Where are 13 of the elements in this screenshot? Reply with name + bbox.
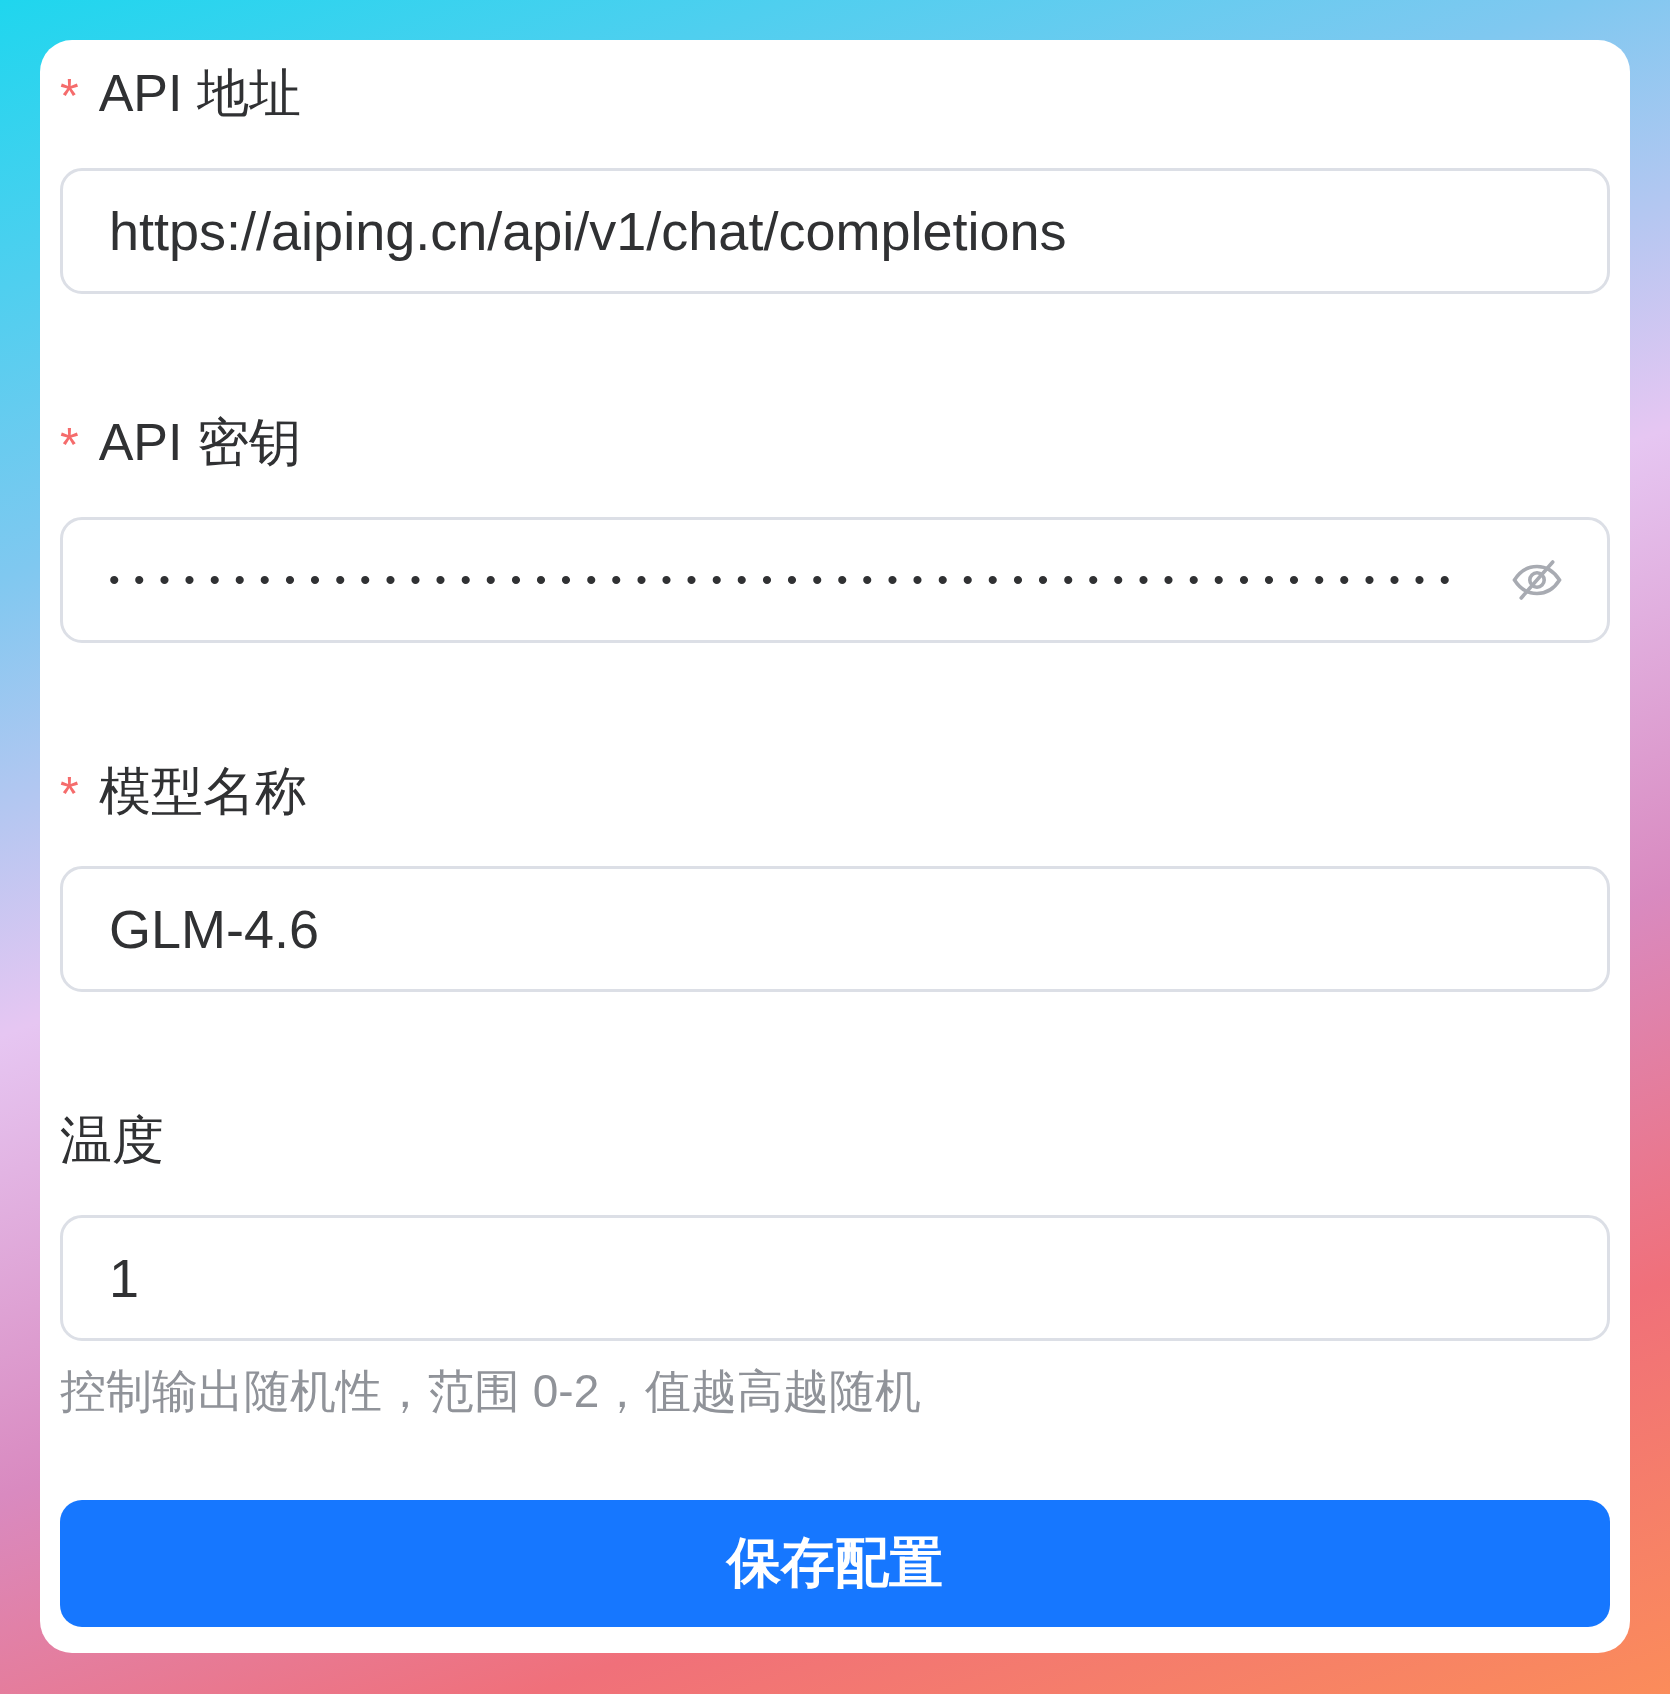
field-label: 模型名称 <box>98 761 307 822</box>
input-field[interactable]: GLM-4.6 <box>60 866 1610 992</box>
field-label: 温度 <box>60 1110 164 1171</box>
hint-text: 控制输出随机性，范围 0-2，值越高越随机 <box>60 1364 923 1419</box>
input-field[interactable]: 1 <box>60 1215 1610 1341</box>
save-button[interactable]: 保存配置 <box>60 1500 1610 1627</box>
input-field[interactable]: https://aiping.cn/api/v1/chat/completions <box>60 168 1610 294</box>
required-mark: * <box>60 72 79 120</box>
required-mark: * <box>60 421 79 469</box>
password-field[interactable]: •••••••••••••••••••••••••••••••••••••••••••••••••••••• <box>60 517 1610 643</box>
field-label: API 密钥 <box>98 412 301 473</box>
required-mark: * <box>60 770 79 818</box>
field-label: API 地址 <box>98 63 301 124</box>
